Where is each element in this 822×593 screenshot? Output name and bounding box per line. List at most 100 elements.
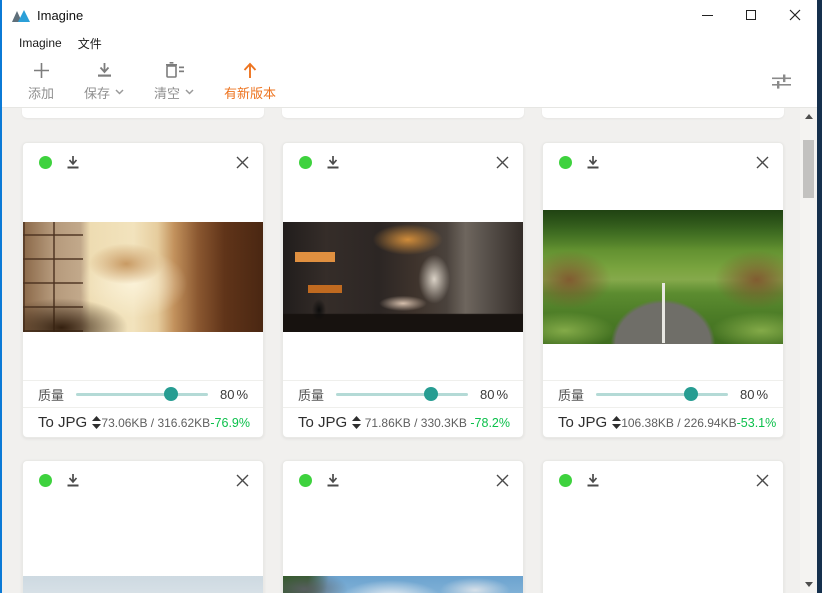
triangle-down-icon: [805, 582, 813, 587]
quality-slider-thumb[interactable]: [684, 387, 698, 401]
imagine-app-window: Imagine Imagine 文件 添加 保存: [2, 0, 817, 593]
thumbnail-zone: [283, 173, 523, 380]
status-dot: [299, 156, 312, 169]
image-card: 质量 80% To JPG 106.38KB / 226.94KB -53.1%: [542, 142, 784, 438]
format-select[interactable]: To JPG: [298, 414, 361, 431]
remove-image-button[interactable]: [236, 156, 249, 169]
download-icon: [586, 473, 600, 488]
download-icon: [586, 155, 600, 170]
download-icon: [66, 473, 80, 488]
minimize-icon: [702, 15, 713, 16]
add-button[interactable]: 添加: [28, 62, 54, 102]
image-card: [542, 460, 784, 593]
image-grid: 质量 80% To JPG 73.06KB / 316.62KB -76.9%: [2, 108, 817, 593]
card-header: [283, 461, 523, 491]
download-image-button[interactable]: [66, 155, 80, 170]
format-select[interactable]: To JPG: [558, 414, 621, 431]
close-window-button[interactable]: [773, 0, 817, 30]
quality-slider[interactable]: [596, 387, 728, 401]
scroll-up-button[interactable]: [800, 108, 817, 125]
save-button[interactable]: 保存: [84, 62, 124, 102]
quality-row: 质量 80%: [543, 380, 783, 407]
download-image-button[interactable]: [66, 473, 80, 488]
thumbnail-zone: [23, 173, 263, 380]
menu-imagine[interactable]: Imagine: [11, 32, 70, 54]
chevron-down-icon: [115, 89, 124, 95]
quality-row: 质量 80%: [23, 380, 263, 407]
format-select[interactable]: To JPG: [38, 414, 101, 431]
trash-list-icon: [165, 62, 184, 79]
image-card: 质量 80% To JPG 73.06KB / 316.62KB -76.9%: [22, 142, 264, 438]
scrollbar-thumb[interactable]: [803, 140, 814, 198]
card-stub: [22, 108, 264, 118]
card-stub: [282, 108, 524, 118]
card-stub: [542, 108, 784, 118]
close-icon: [756, 156, 769, 169]
chevron-down-icon: [185, 89, 194, 95]
quality-slider-thumb[interactable]: [164, 387, 178, 401]
thumbnail-anime-girl-sleeping-with-dog[interactable]: [23, 222, 263, 332]
file-sizes: 106.38KB / 226.94KB: [621, 416, 736, 430]
card-header: [283, 143, 523, 173]
close-icon: [496, 474, 509, 487]
close-icon: [496, 156, 509, 169]
titlebar[interactable]: Imagine: [2, 0, 817, 30]
image-card: [22, 460, 264, 593]
quality-slider-track[interactable]: [596, 393, 728, 396]
remove-image-button[interactable]: [496, 474, 509, 487]
window-controls: [685, 0, 817, 30]
status-dot: [39, 474, 52, 487]
thumbnail-anime-girl-night-city-window[interactable]: [283, 222, 523, 332]
quality-label: 质量: [558, 385, 584, 404]
quality-slider-track[interactable]: [76, 393, 208, 396]
remove-image-button[interactable]: [756, 156, 769, 169]
update-available-button[interactable]: 有新版本: [224, 62, 276, 102]
card-header: [543, 143, 783, 173]
background-window-edge-right: [817, 0, 822, 593]
info-row: To JPG 73.06KB / 316.62KB -76.9%: [23, 407, 263, 437]
download-image-button[interactable]: [326, 473, 340, 488]
remove-image-button[interactable]: [756, 474, 769, 487]
download-image-button[interactable]: [586, 155, 600, 170]
scroll-down-button[interactable]: [800, 576, 817, 593]
remove-image-button[interactable]: [236, 474, 249, 487]
file-sizes: 73.06KB / 316.62KB: [101, 416, 210, 430]
maximize-button[interactable]: [729, 0, 773, 30]
download-image-button[interactable]: [586, 473, 600, 488]
thumbnail-zone: [543, 491, 783, 593]
status-dot: [299, 474, 312, 487]
savings-percent: -53.1%: [737, 416, 777, 430]
mountains-logo-icon: [12, 8, 30, 23]
maximize-icon: [746, 10, 756, 20]
status-dot: [559, 156, 572, 169]
close-icon: [236, 474, 249, 487]
plus-icon: [33, 62, 50, 79]
quality-slider[interactable]: [76, 387, 208, 401]
minimize-button[interactable]: [685, 0, 729, 30]
vertical-scrollbar[interactable]: [800, 108, 817, 593]
info-row: To JPG 106.38KB / 226.94KB -53.1%: [543, 407, 783, 437]
download-icon: [66, 155, 80, 170]
savings-percent: -76.9%: [210, 416, 250, 430]
quality-slider[interactable]: [336, 387, 468, 401]
info-row: To JPG 71.86KB / 330.3KB -78.2%: [283, 407, 523, 437]
thumbnail-snow-mountain-lake[interactable]: [23, 576, 263, 593]
tune-sliders-icon: [772, 73, 791, 90]
card-header: [543, 461, 783, 491]
menu-file[interactable]: 文件: [70, 31, 110, 56]
image-card: 质量 80% To JPG 71.86KB / 330.3KB -78.2%: [282, 142, 524, 438]
sort-arrows-icon: [612, 416, 621, 429]
download-image-button[interactable]: [326, 155, 340, 170]
quality-value: 80%: [740, 387, 768, 402]
settings-button[interactable]: [769, 70, 793, 94]
thumbnail-zone: [543, 173, 783, 380]
clear-button[interactable]: 清空: [154, 62, 194, 102]
status-dot: [559, 474, 572, 487]
quality-slider-thumb[interactable]: [424, 387, 438, 401]
remove-image-button[interactable]: [496, 156, 509, 169]
thumbnail-zone: [283, 491, 523, 593]
thumbnail-alpine-meadow-lake[interactable]: [283, 576, 523, 593]
quality-slider-track[interactable]: [336, 393, 468, 396]
download-icon: [326, 155, 340, 170]
thumbnail-tree-lined-road[interactable]: [543, 210, 783, 344]
